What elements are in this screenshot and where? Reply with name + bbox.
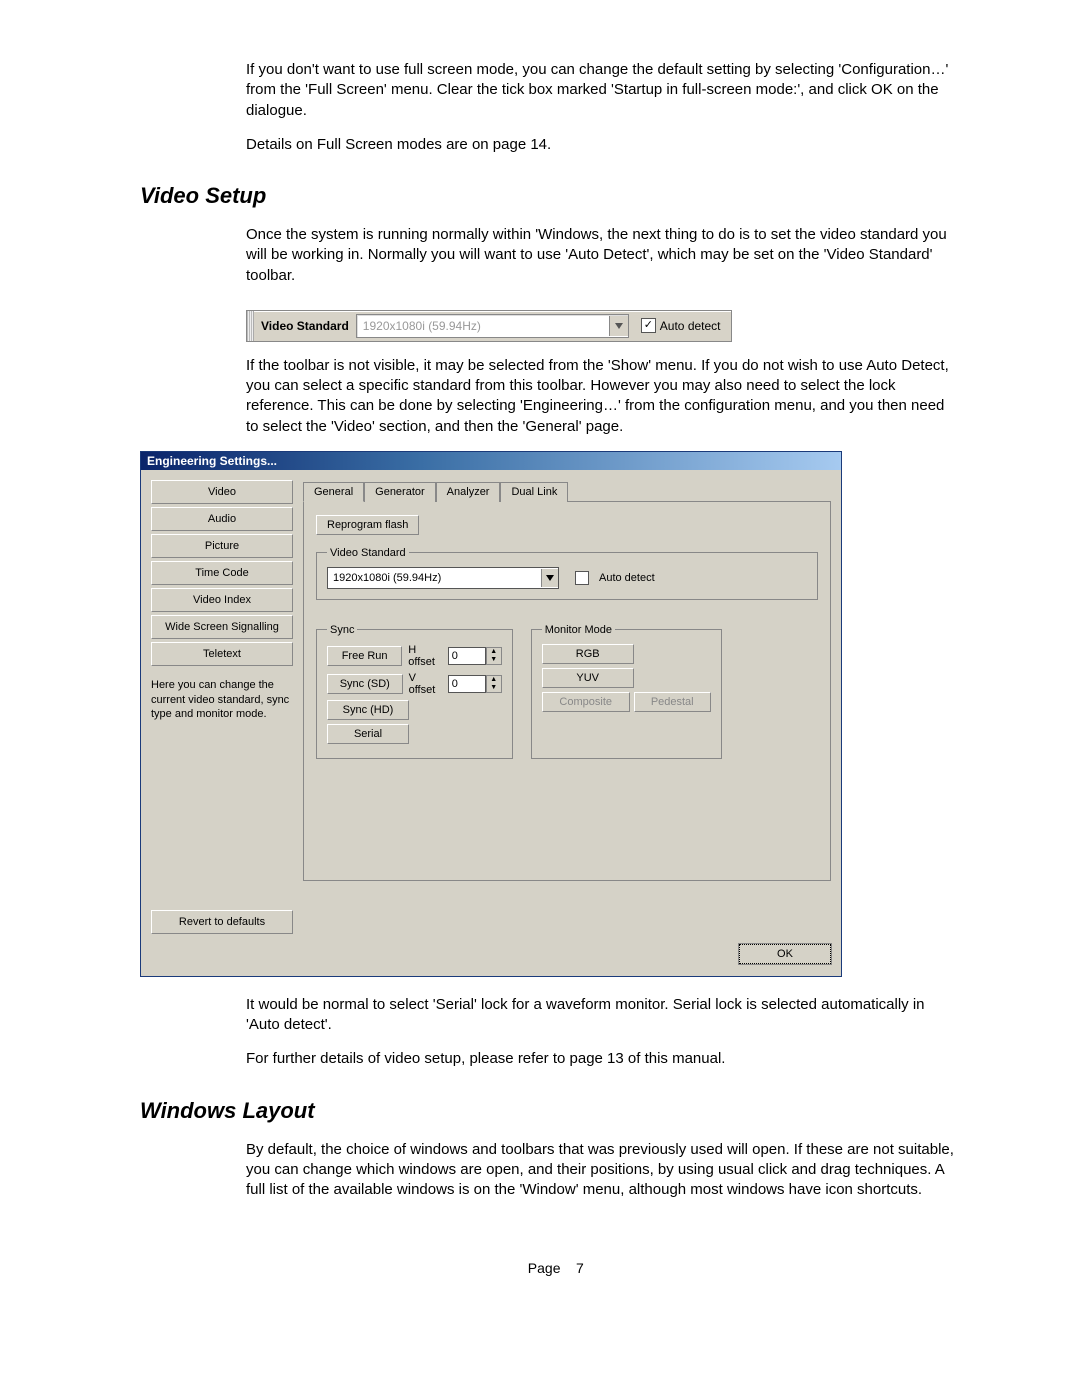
chevron-down-icon[interactable] [609, 316, 628, 336]
monitor-yuv-button[interactable]: YUV [542, 668, 634, 688]
page-footer: Page 7 [140, 1260, 960, 1276]
paragraph: For further details of video setup, plea… [246, 1049, 960, 1069]
video-standard-dropdown-value: 1920x1080i (59.94Hz) [328, 572, 541, 584]
monitor-rgb-button[interactable]: RGB [542, 644, 634, 664]
heading-video-setup: Video Setup [140, 183, 960, 209]
v-offset-input[interactable] [448, 675, 486, 693]
tab-panel-general: Reprogram flash Video Standard 1920x1080… [303, 501, 831, 881]
paragraph: If the toolbar is not visible, it may be… [246, 356, 960, 437]
auto-detect-checkbox[interactable]: ✓ [641, 318, 656, 333]
chevron-down-icon[interactable] [541, 569, 558, 587]
video-standard-toolbar: Video Standard 1920x1080i (59.94Hz) ✓ Au… [246, 310, 732, 342]
reprogram-flash-button[interactable]: Reprogram flash [316, 515, 419, 535]
video-standard-legend: Video Standard [327, 547, 409, 559]
v-offset-label: V offset [409, 672, 442, 696]
tab-generator[interactable]: Generator [364, 482, 436, 502]
h-offset-label: H offset [408, 644, 441, 668]
engineering-settings-dialog: Engineering Settings... Video Audio Pict… [140, 451, 842, 977]
heading-windows-layout: Windows Layout [140, 1098, 960, 1124]
sync-sd-button[interactable]: Sync (SD) [327, 674, 403, 694]
sync-hd-button[interactable]: Sync (HD) [327, 700, 409, 720]
paragraph: By default, the choice of windows and to… [246, 1140, 960, 1201]
paragraph: It would be normal to select 'Serial' lo… [246, 995, 960, 1036]
auto-detect-checkbox[interactable] [575, 571, 589, 585]
dialog-main: General Generator Analyzer Dual Link Rep… [303, 480, 831, 904]
video-standard-group: Video Standard 1920x1080i (59.94Hz) Auto… [316, 547, 818, 600]
sidebar-item-video[interactable]: Video [151, 480, 293, 504]
paragraph: Details on Full Screen modes are on page… [246, 135, 960, 155]
monitor-mode-group: Monitor Mode RGB YUV Composite Pedestal [531, 624, 722, 759]
sidebar-item-wss[interactable]: Wide Screen Signalling [151, 615, 293, 639]
dialog-titlebar[interactable]: Engineering Settings... [141, 452, 841, 470]
monitor-composite-button[interactable]: Composite [542, 692, 630, 712]
page-label: Page [516, 1260, 572, 1276]
spin-down-icon[interactable]: ▼ [487, 656, 501, 664]
spin-up-icon[interactable]: ▲ [487, 676, 501, 684]
h-offset-spinner[interactable]: ▲▼ [448, 647, 502, 665]
v-offset-spinner[interactable]: ▲▼ [448, 675, 502, 693]
sync-serial-button[interactable]: Serial [327, 724, 409, 744]
sidebar-hint: Here you can change the current video st… [151, 678, 291, 723]
h-offset-input[interactable] [448, 647, 486, 665]
sidebar-item-audio[interactable]: Audio [151, 507, 293, 531]
paragraph: Once the system is running normally with… [246, 225, 960, 286]
monitor-mode-legend: Monitor Mode [542, 624, 615, 636]
spin-up-icon[interactable]: ▲ [487, 648, 501, 656]
page-number: 7 [576, 1260, 584, 1276]
monitor-pedestal-button[interactable]: Pedestal [634, 692, 711, 712]
video-standard-dropdown[interactable]: 1920x1080i (59.94Hz) [327, 567, 559, 589]
auto-detect-label: Auto detect [599, 572, 655, 584]
tab-dual-link[interactable]: Dual Link [500, 482, 568, 502]
paragraph: If you don't want to use full screen mod… [246, 60, 960, 121]
sync-legend: Sync [327, 624, 357, 636]
dialog-sidebar: Video Audio Picture Time Code Video Inde… [151, 480, 291, 904]
sidebar-item-picture[interactable]: Picture [151, 534, 293, 558]
video-standard-label: Video Standard [254, 319, 356, 333]
sidebar-item-time-code[interactable]: Time Code [151, 561, 293, 585]
tab-bar: General Generator Analyzer Dual Link [303, 481, 831, 502]
sync-group: Sync Free Run H offset ▲▼ Sync (SD) [316, 624, 513, 759]
toolbar-grip[interactable] [247, 311, 254, 341]
video-standard-value: 1920x1080i (59.94Hz) [357, 319, 609, 333]
auto-detect-label: Auto detect [660, 319, 731, 333]
sidebar-item-video-index[interactable]: Video Index [151, 588, 293, 612]
video-standard-select[interactable]: 1920x1080i (59.94Hz) [356, 314, 629, 338]
ok-button[interactable]: OK [739, 944, 831, 964]
tab-analyzer[interactable]: Analyzer [436, 482, 501, 502]
document-page: If you don't want to use full screen mod… [0, 0, 1080, 1336]
tab-general[interactable]: General [303, 482, 364, 502]
sync-free-run-button[interactable]: Free Run [327, 646, 402, 666]
sidebar-item-teletext[interactable]: Teletext [151, 642, 293, 666]
spin-down-icon[interactable]: ▼ [487, 684, 501, 692]
revert-defaults-button[interactable]: Revert to defaults [151, 910, 293, 934]
